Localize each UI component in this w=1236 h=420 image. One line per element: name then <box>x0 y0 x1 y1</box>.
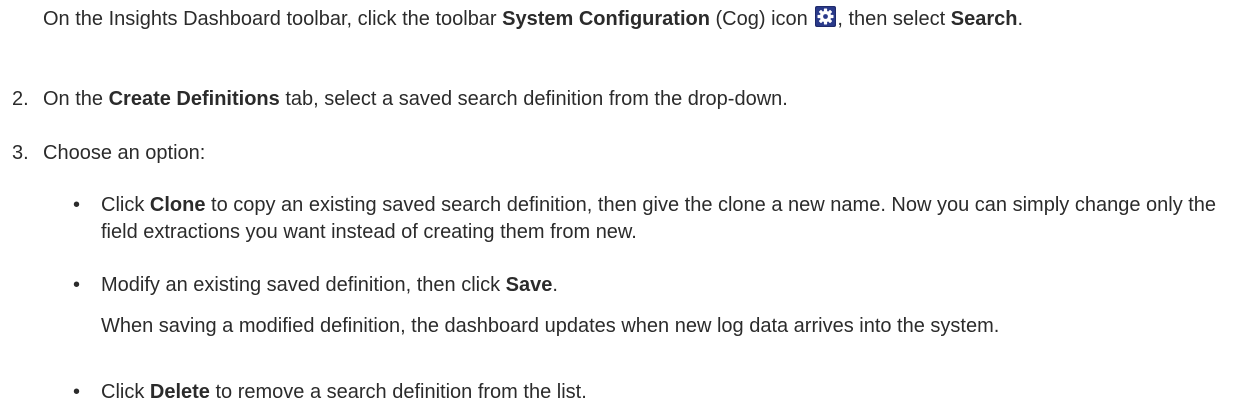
step-number: 3. <box>12 142 29 164</box>
option-save-note: When saving a modified definition, the d… <box>101 315 1000 337</box>
step-text: tab, select a saved search definition fr… <box>279 88 788 110</box>
option-clone: • Click Clone to copy an existing saved s… <box>70 192 1236 246</box>
option-text: to copy an existing saved search definit… <box>101 194 1217 243</box>
step-1: 1.On the Insights Dashboard toolbar, cli… <box>12 6 1236 33</box>
step-text: (Cog) icon <box>709 8 814 30</box>
option-text: Click <box>101 381 150 403</box>
ui-term-system-configuration: System Configuration <box>502 8 710 30</box>
step-number: 2. <box>12 88 29 110</box>
step-number: 1. <box>12 6 43 33</box>
step-text: , then select <box>837 8 951 30</box>
cog-icon <box>815 6 837 27</box>
bullet-marker: • <box>73 194 81 216</box>
step-3: 3. Choose an option: <box>12 140 1222 167</box>
option-text: . <box>552 274 558 296</box>
step-text: Choose an option: <box>43 142 206 164</box>
option-text: Click <box>101 194 150 216</box>
bullet-marker: • <box>73 274 81 296</box>
option-text: Modify an existing saved definition, the… <box>101 274 506 296</box>
ui-term-delete: Delete <box>149 381 210 403</box>
ui-term-create-definitions: Create Definitions <box>108 88 280 110</box>
bullet-marker: • <box>73 381 81 403</box>
step-text: On the <box>43 88 109 110</box>
step-text: On the Insights Dashboard toolbar, click… <box>43 8 503 30</box>
step-text: . <box>1017 8 1024 30</box>
option-save: • Modify an existing saved definition, th… <box>70 272 1236 299</box>
ui-term-save: Save <box>505 274 553 296</box>
option-text: to remove a search definition from the l… <box>209 381 587 403</box>
ui-term-clone: Clone <box>149 194 206 216</box>
ui-term-search: Search <box>950 8 1018 30</box>
option-delete: • Click Delete to remove a search definit… <box>70 379 1236 406</box>
step-2: 2. On the Create Definitions tab, select … <box>12 86 1222 113</box>
